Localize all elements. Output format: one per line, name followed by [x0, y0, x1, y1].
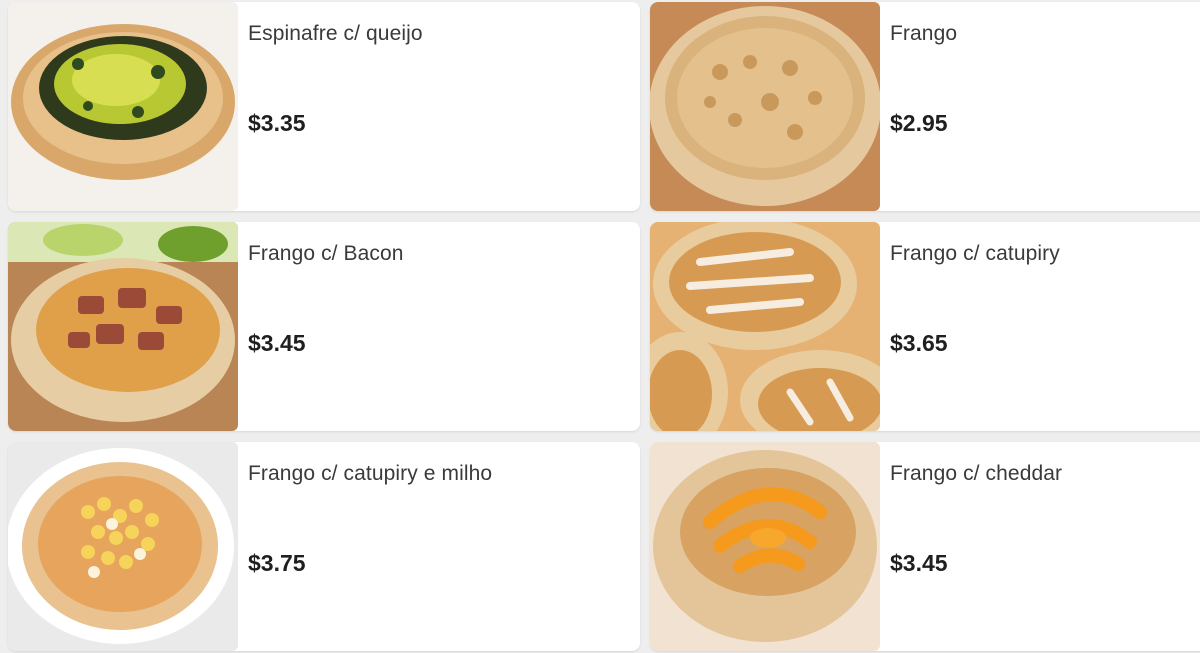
- menu-item-card[interactable]: Frango c/ Bacon $3.45: [8, 222, 640, 431]
- menu-item-price: $3.35: [248, 110, 306, 136]
- menu-item-name: Frango c/ cheddar: [890, 462, 1063, 485]
- food-image-frango-bacon: [8, 222, 238, 431]
- menu-item-name: Frango c/ catupiry: [890, 242, 1060, 265]
- menu-item-card[interactable]: Frango c/ catupiry $3.65: [650, 222, 1200, 431]
- menu-item-name: Espinafre c/ queijo: [248, 22, 423, 45]
- menu-item-card[interactable]: Frango $2.95: [650, 2, 1200, 211]
- menu-item-card[interactable]: Frango c/ cheddar $3.45: [650, 442, 1200, 651]
- menu-grid: Espinafre c/ queijo $3.35 Frango $2.95 F…: [0, 0, 1200, 653]
- menu-item-name: Frango: [890, 22, 958, 45]
- menu-item-card[interactable]: Espinafre c/ queijo $3.35: [8, 2, 640, 211]
- menu-item-price: $2.95: [890, 110, 948, 136]
- menu-item-price: $3.65: [890, 330, 948, 356]
- menu-item-price: $3.45: [890, 550, 948, 576]
- menu-item-name: Frango c/ catupiry e milho: [248, 462, 493, 485]
- food-image-frango-cheddar: [650, 442, 880, 651]
- menu-item-price: $3.45: [248, 330, 306, 356]
- food-image-espinafre: [8, 2, 238, 211]
- menu-item-name: Frango c/ Bacon: [248, 242, 404, 265]
- food-image-frango-catupiry-milho: [8, 442, 238, 651]
- menu-item-price: $3.75: [248, 550, 306, 576]
- food-image-frango: [650, 2, 880, 211]
- food-image-frango-catupiry: [650, 222, 880, 431]
- menu-item-card[interactable]: Frango c/ catupiry e milho $3.75: [8, 442, 640, 651]
